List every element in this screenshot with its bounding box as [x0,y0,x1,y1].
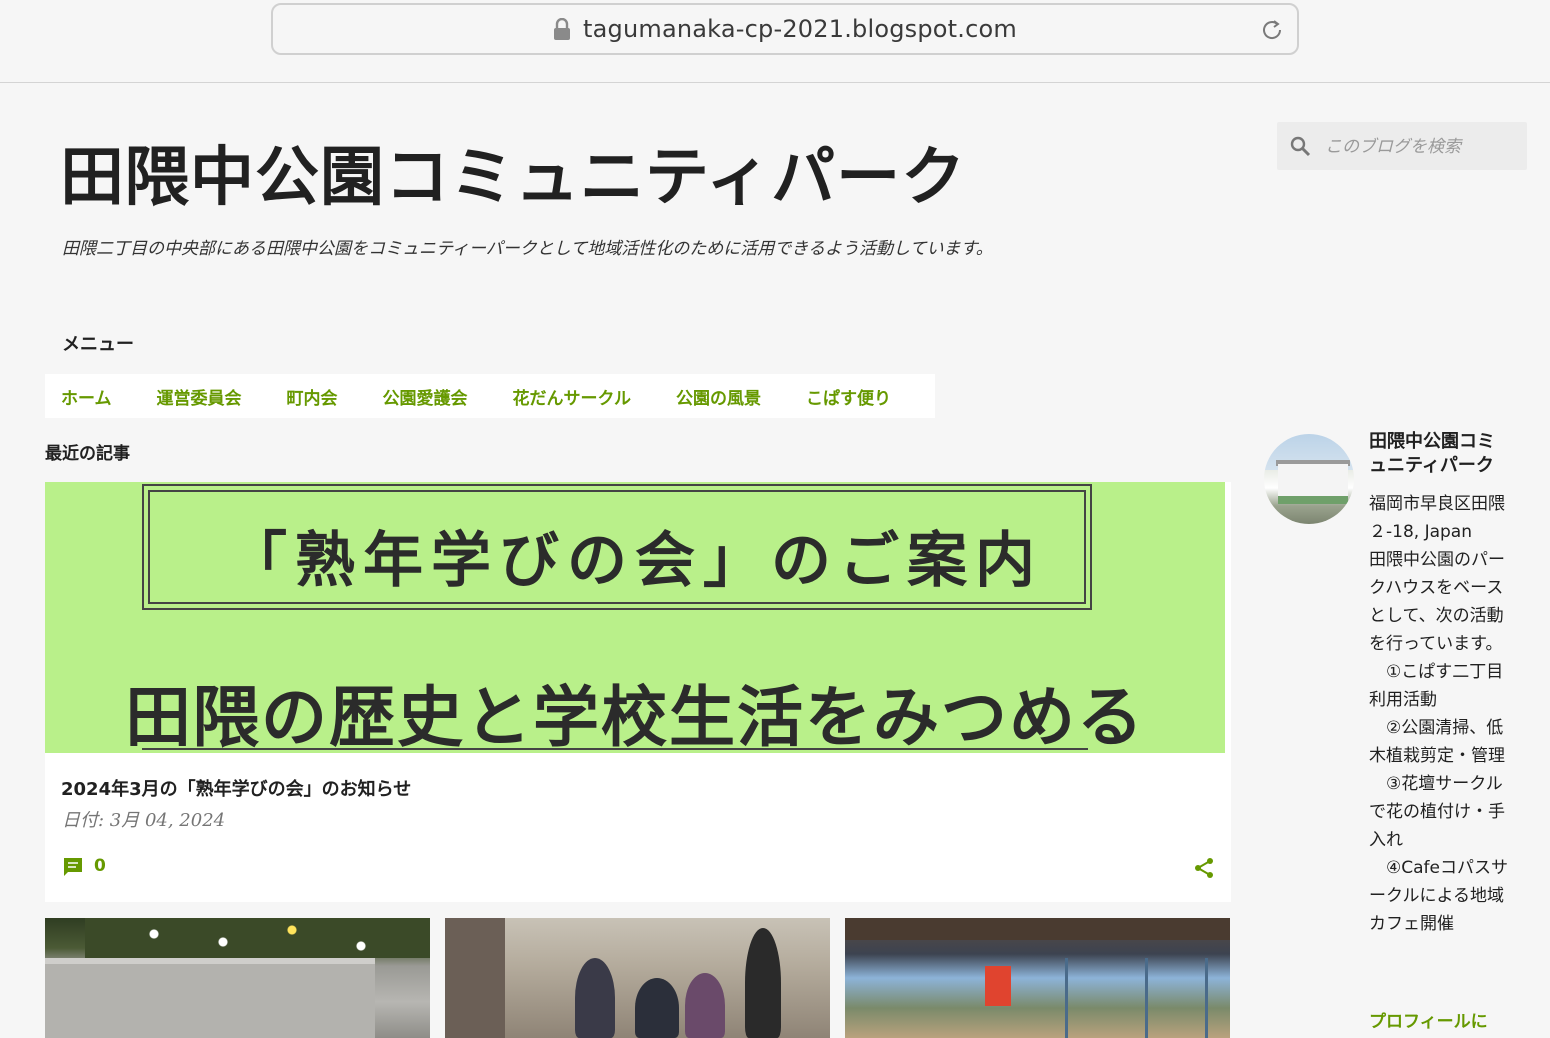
image-subheadline: 田隈の歴史と学校生活をみつめる [125,679,1145,753]
post-thumbnail-playground[interactable] [845,918,1230,1038]
post-thumbnail-gathering[interactable] [445,918,830,1038]
window-frame-graphic [445,918,505,1038]
person-graphic [635,978,679,1038]
profile-link[interactable]: プロフィールに [1369,1007,1488,1032]
flowers-graphic [85,918,430,958]
profile-name[interactable]: 田隈中公園コミュニティパーク [1369,430,1504,478]
avatar-building-graphic [1278,464,1348,504]
lock-icon [553,17,571,40]
reload-icon[interactable] [1259,17,1285,43]
comment-count[interactable]: 0 [94,856,106,876]
flowerbed-graphic [45,958,375,1038]
blog-description: 田隈二丁目の中央部にある田隈中公園をコミュニティーパークとして地域活性化のために… [62,239,993,259]
person-graphic [575,958,615,1038]
profile-text: 福岡市早良区田隈２-18, Japan 田隈中公園のパークハウスをベースとして、… [1369,494,1508,934]
post-thumbnail-flowerbed[interactable] [45,918,430,1038]
menu-item-copas-news[interactable]: こぱす便り [806,384,891,409]
person-graphic [685,973,725,1038]
menu-bar: ホーム 運営委員会 町内会 公園愛護会 花だんサークル 公園の風景 こぱす便り [45,374,935,418]
address-bar[interactable]: tagumanaka-cp-2021.blogspot.com [271,3,1299,55]
swing-post-graphic [1065,958,1068,1038]
share-icon[interactable] [1192,856,1216,880]
search-box[interactable] [1277,122,1527,170]
swing-post-graphic [1205,958,1208,1038]
menu-item-park-care[interactable]: 公園愛護会 [383,384,468,409]
menu-heading: メニュー [62,334,134,355]
post-title[interactable]: 2024年3月の「熟年学びの会」のお知らせ [61,775,411,801]
menu-item-neighborhood[interactable]: 町内会 [287,384,338,409]
person-graphic [745,928,781,1038]
recent-posts-heading: 最近の記事 [45,444,130,464]
featured-post-image[interactable]: 「熟年学びの会」のご案内 田隈の歴史と学校生活をみつめる [45,482,1225,753]
search-icon[interactable] [1289,135,1311,157]
image-underline [142,748,1088,750]
shelter-roof-graphic [845,918,1230,940]
comment-icon[interactable] [62,856,86,878]
menu-item-park-scenery[interactable]: 公園の風景 [676,384,761,409]
menu-item-flower-circle[interactable]: 花だんサークル [513,384,632,409]
menu-item-home[interactable]: ホーム [61,384,112,409]
featured-post: 「熟年学びの会」のご案内 田隈の歴史と学校生活をみつめる 2024年3月の「熟年… [45,482,1231,902]
search-input[interactable] [1323,130,1522,164]
post-date: 日付: 3月 04, 2024 [62,810,226,831]
image-headline: 「熟年学びの会」のご案内 [227,526,1043,596]
menu-item-committee[interactable]: 運営委員会 [157,384,242,409]
browser-toolbar: tagumanaka-cp-2021.blogspot.com [0,0,1550,83]
profile-avatar[interactable] [1264,434,1354,524]
swing-post-graphic [1145,958,1148,1038]
blog-title[interactable]: 田隈中公園コミュニティパーク [60,126,966,218]
url-text: tagumanaka-cp-2021.blogspot.com [583,15,1017,43]
slide-graphic [985,966,1011,1006]
